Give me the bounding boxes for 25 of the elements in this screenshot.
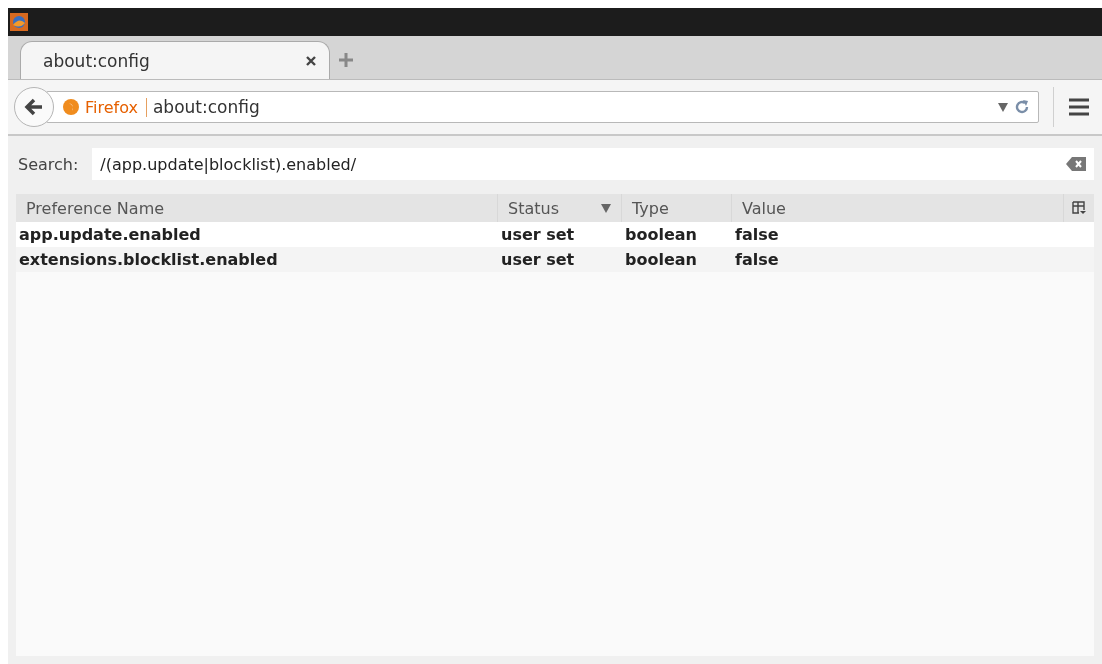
- site-identity-label: Firefox: [85, 97, 147, 117]
- search-label: Search:: [18, 154, 79, 174]
- address-field[interactable]: Firefox about:config: [46, 91, 1039, 123]
- value-cell-text: false: [734, 250, 780, 269]
- type-cell-text: boolean: [624, 225, 698, 244]
- close-icon[interactable]: [305, 54, 317, 67]
- clear-icon[interactable]: [1066, 157, 1086, 171]
- preference-name-cell[interactable]: app.update.enabled: [16, 225, 498, 244]
- value-cell-text: false: [734, 225, 780, 244]
- type-cell-text: boolean: [624, 250, 698, 269]
- back-button[interactable]: [14, 87, 54, 127]
- column-picker-icon[interactable]: [1072, 201, 1086, 215]
- preference-name-cell[interactable]: extensions.blocklist.enabled: [16, 250, 498, 269]
- sort-icon: [601, 203, 611, 213]
- status-cell-text: user set: [500, 225, 576, 244]
- browser-tab[interactable]: about:config: [20, 41, 330, 79]
- menu-icon[interactable]: [1068, 98, 1090, 116]
- dropdown-icon[interactable]: [998, 102, 1008, 112]
- url-text: about:config: [152, 97, 261, 117]
- search-field[interactable]: /(app.update|blocklist).enabled/: [92, 148, 1094, 180]
- status-cell-text: user set: [500, 250, 576, 269]
- browser-logo-icon: [10, 13, 28, 31]
- reload-icon[interactable]: [1014, 99, 1030, 115]
- back-arrow-icon: [24, 98, 44, 116]
- browser-logo-icon: [63, 99, 79, 115]
